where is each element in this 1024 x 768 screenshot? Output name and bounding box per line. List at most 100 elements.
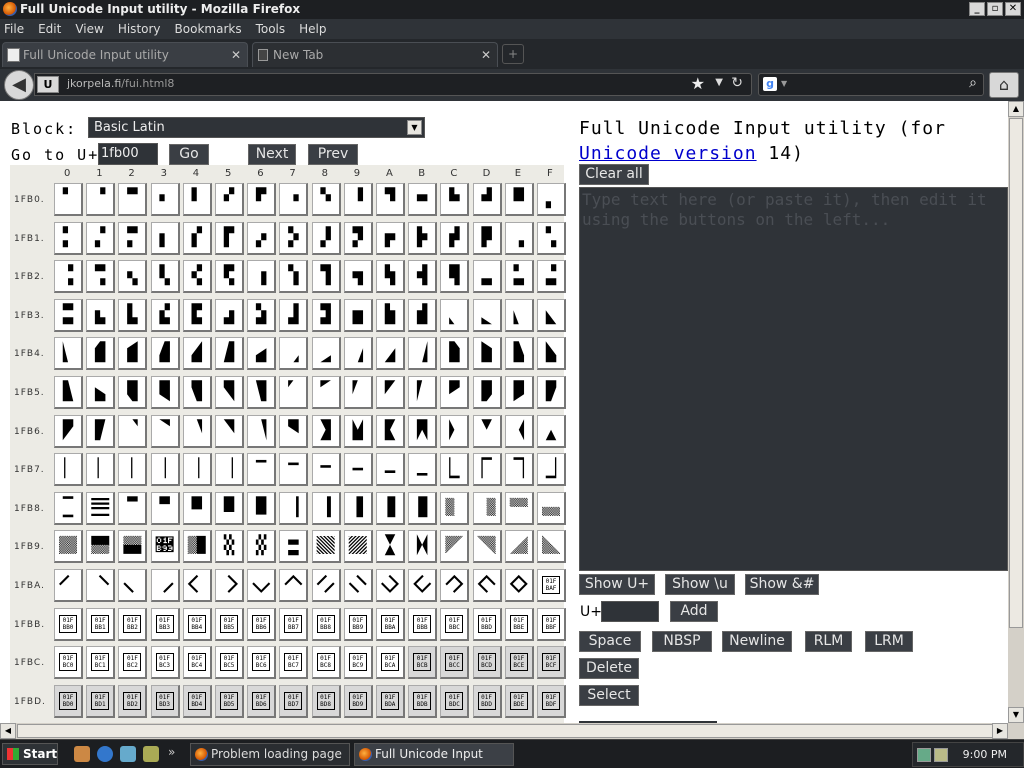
menu-help[interactable]: Help — [299, 22, 326, 36]
goto-codepoint-input[interactable]: 1fb00 — [98, 143, 158, 165]
char-cell[interactable]: 🬊 — [376, 183, 405, 216]
scroll-thumb[interactable] — [1009, 118, 1023, 628]
char-cell[interactable]: 🮋 — [408, 491, 438, 525]
char-cell[interactable]: 🭝 — [472, 376, 502, 409]
scroll-thumb[interactable] — [17, 724, 997, 738]
char-cell[interactable]: 🭕 — [215, 376, 244, 409]
char-cell[interactable]: 01F BB6 — [247, 607, 277, 641]
char-cell[interactable]: 🬰 — [54, 298, 83, 332]
char-cell[interactable]: 🬣 — [150, 260, 180, 294]
char-cell[interactable]: 🭆 — [247, 337, 277, 371]
char-cell[interactable]: 🭩 — [343, 414, 373, 448]
horizontal-scrollbar[interactable]: ◀ ▶ — [0, 723, 1008, 739]
char-cell[interactable]: 🭫 — [408, 414, 438, 448]
char-cell[interactable]: 🭴 — [182, 453, 212, 487]
char-cell[interactable]: 🮪 — [376, 569, 405, 602]
char-cell[interactable]: 🭶 — [247, 453, 277, 487]
char-cell[interactable]: 🮭 — [472, 569, 502, 602]
volume-icon[interactable] — [934, 748, 948, 762]
char-cell[interactable]: 01F BB1 — [86, 607, 116, 641]
char-cell[interactable]: 🬏 — [537, 183, 566, 216]
char-cell[interactable]: 🭧 — [279, 414, 309, 448]
char-cell[interactable]: 🭇 — [279, 337, 309, 371]
char-cell[interactable]: 🭠 — [54, 414, 83, 448]
char-cell[interactable]: 🭈 — [311, 337, 341, 371]
char-cell[interactable]: 🬖 — [247, 221, 277, 255]
show-uplus-button[interactable]: Show U+ — [579, 574, 655, 595]
char-cell[interactable]: 🮐 — [54, 530, 83, 564]
char-cell[interactable]: 🮬 — [440, 569, 470, 602]
char-cell[interactable]: 🮔 — [182, 530, 212, 564]
char-cell[interactable]: 🮖 — [247, 530, 277, 564]
char-cell[interactable]: 🮜 — [440, 530, 470, 564]
internet-explorer-icon[interactable] — [97, 746, 113, 762]
char-cell[interactable]: 🬔 — [182, 221, 212, 255]
char-cell[interactable]: 🬺 — [376, 298, 405, 332]
media-icon[interactable] — [120, 746, 136, 762]
char-cell[interactable]: 01F BB2 — [118, 607, 148, 641]
char-cell[interactable]: 🬎 — [504, 183, 534, 216]
char-cell[interactable]: 🮄 — [182, 491, 212, 525]
char-cell[interactable]: 01F BC8 — [311, 646, 341, 680]
char-cell[interactable]: 01F BD8 — [311, 684, 341, 718]
char-cell[interactable]: 🭊 — [376, 337, 405, 371]
close-window-button[interactable]: ✕ — [1005, 2, 1021, 16]
char-cell[interactable]: 01F BD7 — [279, 684, 309, 718]
char-cell[interactable]: 🬬 — [440, 260, 470, 294]
char-cell[interactable]: 01F BDC — [440, 684, 470, 718]
search-engine-dropdown-icon[interactable]: ▼ — [781, 79, 787, 88]
newline-button[interactable]: Newline — [722, 631, 792, 652]
char-cell[interactable]: 🭦 — [247, 414, 277, 448]
char-cell[interactable]: 🭌 — [440, 337, 470, 371]
char-cell[interactable]: 🭙 — [343, 376, 373, 409]
char-cell[interactable]: 🭹 — [343, 453, 373, 487]
menu-tools[interactable]: Tools — [256, 22, 286, 36]
char-cell[interactable]: 🭀 — [54, 337, 83, 371]
menu-bookmarks[interactable]: Bookmarks — [175, 22, 242, 36]
char-cell[interactable]: 🬚 — [376, 221, 405, 255]
tab-new-tab[interactable]: New Tab ✕ — [252, 42, 498, 67]
char-cell[interactable]: 🮠 — [54, 569, 83, 602]
char-cell[interactable]: 01F BC7 — [279, 646, 309, 680]
taskbar-item-unicode-utility[interactable]: Full Unicode Input utili... — [354, 743, 514, 766]
start-button[interactable]: Start — [2, 743, 58, 765]
char-cell[interactable]: 01F BC4 — [182, 646, 212, 680]
char-cell[interactable]: 🬋 — [408, 183, 438, 216]
char-cell[interactable]: 01F BC1 — [86, 646, 116, 680]
char-cell[interactable]: 🭺 — [376, 453, 405, 487]
char-cell[interactable]: 🭁 — [86, 337, 116, 371]
block-select[interactable]: Basic Latin ▼ — [88, 117, 425, 138]
char-cell[interactable]: 01F BD1 — [86, 684, 116, 718]
char-cell[interactable]: 🬨 — [311, 260, 341, 294]
char-cell[interactable]: 01F BB9 — [343, 607, 373, 641]
char-cell[interactable]: 🬈 — [311, 183, 341, 216]
taskbar-item-problem-loading[interactable]: Problem loading page (K-... — [190, 743, 350, 766]
char-cell[interactable]: 🬿 — [537, 298, 566, 332]
char-cell[interactable]: 01F BBB — [408, 607, 438, 641]
scroll-left-icon[interactable]: ◀ — [0, 723, 16, 739]
char-cell[interactable]: 🬉 — [343, 183, 373, 216]
char-cell[interactable]: 🭷 — [279, 453, 309, 487]
char-cell[interactable]: 🭨 — [311, 414, 341, 448]
char-cell[interactable]: 🭔 — [182, 376, 212, 409]
char-cell[interactable]: 🭾 — [504, 453, 534, 487]
minimize-button[interactable]: _ — [969, 2, 985, 16]
char-cell[interactable]: 🬞 — [504, 221, 534, 255]
char-cell[interactable]: 🮁 — [86, 491, 116, 525]
char-cell[interactable]: 🮥 — [215, 569, 244, 602]
rlm-button[interactable]: RLM — [805, 631, 852, 652]
char-cell[interactable]: 🭵 — [215, 453, 244, 487]
char-cell[interactable]: 🮢 — [118, 569, 148, 602]
char-cell[interactable]: 🭏 — [537, 337, 566, 371]
char-cell[interactable]: 🬻 — [408, 298, 438, 332]
char-cell[interactable]: 🭸 — [311, 453, 341, 487]
google-icon[interactable]: g — [763, 77, 777, 91]
char-cell[interactable]: 🬒 — [118, 221, 148, 255]
char-cell[interactable]: 🮒 — [118, 530, 148, 564]
prev-button[interactable]: Prev — [308, 144, 358, 165]
char-cell[interactable]: 🭒 — [118, 376, 148, 409]
char-cell[interactable]: 🮍 — [472, 491, 502, 525]
char-cell[interactable]: 🬲 — [118, 298, 148, 332]
char-cell[interactable]: 🭋 — [408, 337, 438, 371]
char-cell[interactable]: 🭞 — [504, 376, 534, 409]
